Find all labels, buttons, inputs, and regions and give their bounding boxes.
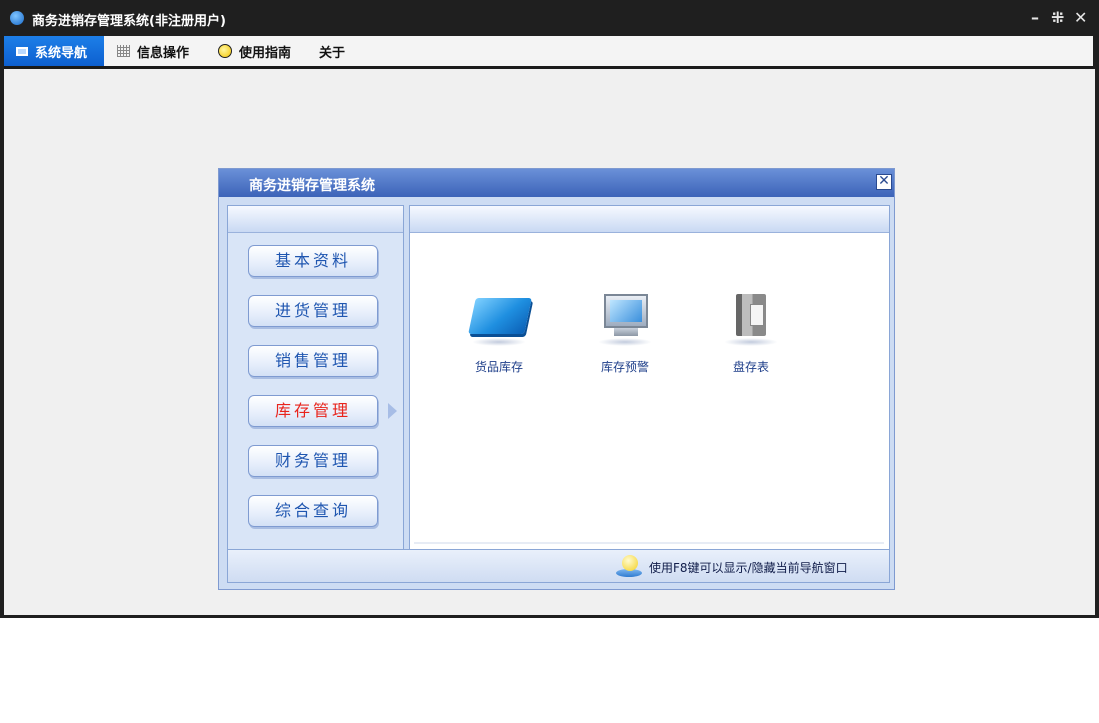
minimize-button[interactable]: – xyxy=(1031,8,1039,28)
monitor-icon xyxy=(16,46,28,56)
function-stocktake-sheet[interactable]: 盘存表 xyxy=(706,290,796,375)
nav-button-sales[interactable]: 销售管理 xyxy=(248,345,378,377)
nav-button-inventory[interactable]: 库存管理 xyxy=(248,395,378,427)
function-goods-inventory[interactable]: 货品库存 xyxy=(454,290,544,375)
dialog-status-bar: 使用F8键可以显示/隐藏当前导航窗口 xyxy=(227,549,890,583)
nav-button-query[interactable]: 综合查询 xyxy=(248,495,378,527)
nav-button-purchasing[interactable]: 进货管理 xyxy=(248,295,378,327)
tab-system-navigation[interactable]: 系统导航 xyxy=(4,36,104,66)
function-panel-header xyxy=(410,206,889,233)
title-bar: 商务进销存管理系统(非注册用户) – ⁜ ✕ xyxy=(0,0,1099,36)
restore-button[interactable]: ⁜ xyxy=(1051,8,1064,28)
f8-hint-text: 使用F8键可以显示/隐藏当前导航窗口 xyxy=(649,561,848,575)
function-panel: 货品库存 库存预警 盘存表 xyxy=(409,205,890,550)
book-icon xyxy=(716,290,786,350)
bulb-icon xyxy=(218,44,232,58)
tab-about[interactable]: 关于 xyxy=(307,36,359,66)
dialog-title: 商务进销存管理系统 xyxy=(249,178,375,194)
app-logo-icon xyxy=(10,11,24,25)
nav-button-basic-info[interactable]: 基本资料 xyxy=(248,245,378,277)
tab-label: 关于 xyxy=(319,45,346,61)
content-divider xyxy=(414,542,884,544)
folder-icon xyxy=(464,290,534,350)
tab-information-operations[interactable]: 信息操作 xyxy=(105,36,206,66)
dialog-close-button[interactable]: ✕ xyxy=(876,174,892,190)
function-label: 货品库存 xyxy=(474,360,523,374)
nav-panel-header xyxy=(228,206,403,233)
navigation-dialog: 商务进销存管理系统 ✕ 基本资料 进货管理 销售管理 库存管理 财务管理 综合查… xyxy=(218,168,895,590)
tab-label: 信息操作 xyxy=(137,45,190,61)
function-label: 盘存表 xyxy=(732,360,769,374)
close-button[interactable]: ✕ xyxy=(1074,8,1087,28)
dialog-title-bar[interactable]: 商务进销存管理系统 ✕ xyxy=(219,169,894,197)
app-title: 商务进销存管理系统(非注册用户) xyxy=(32,14,226,29)
computer-icon xyxy=(590,290,660,350)
lightbulb-icon xyxy=(622,555,638,571)
tab-user-guide[interactable]: 使用指南 xyxy=(206,36,307,66)
function-label: 库存预警 xyxy=(600,360,649,374)
menu-bar: 系统导航 信息操作 使用指南 关于 xyxy=(4,36,1093,66)
module-nav-panel: 基本资料 进货管理 销售管理 库存管理 财务管理 综合查询 xyxy=(227,205,404,550)
active-arrow-icon xyxy=(388,403,397,419)
grid-icon xyxy=(117,45,130,57)
function-stock-alert[interactable]: 库存预警 xyxy=(580,290,670,375)
tab-label: 系统导航 xyxy=(35,45,88,61)
tab-label: 使用指南 xyxy=(239,45,292,61)
nav-button-finance[interactable]: 财务管理 xyxy=(248,445,378,477)
